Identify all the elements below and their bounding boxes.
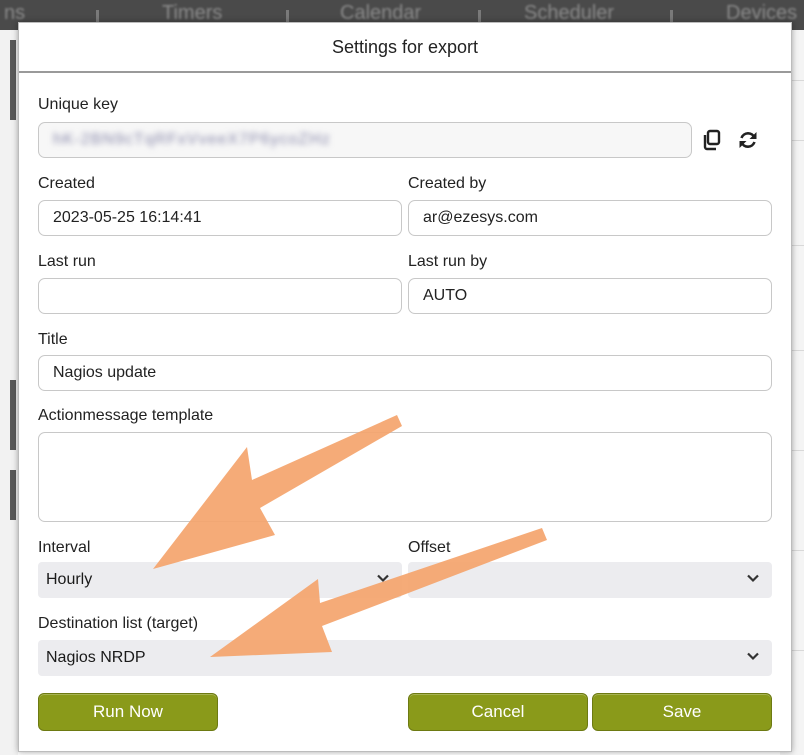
action-template-textarea[interactable] (38, 432, 772, 522)
title-field[interactable]: Nagios update (38, 355, 772, 391)
created-label: Created (38, 175, 95, 192)
interval-value: Hourly (46, 571, 93, 588)
created-field[interactable]: 2023-05-25 16:14:41 (38, 200, 402, 236)
title-label: Title (38, 331, 68, 348)
cancel-button[interactable]: Cancel (408, 693, 588, 731)
created-by-field[interactable]: ar@ezesys.com (408, 200, 772, 236)
offset-label: Offset (408, 539, 451, 556)
destination-label: Destination list (target) (38, 615, 199, 632)
run-now-button[interactable]: Run Now (38, 693, 218, 731)
unique-key-field[interactable]: hK-2BN9cTqRFxVveeX7P6ycoZHz (38, 122, 692, 158)
refresh-icon[interactable] (737, 129, 759, 151)
bg-scroll-bar (10, 470, 16, 520)
dialog-header: Settings for export (19, 23, 791, 73)
destination-value: Nagios NRDP (46, 649, 146, 666)
unique-key-value: hK-2BN9cTqRFxVveeX7P6ycoZHz (53, 131, 331, 148)
bg-scroll-bar (10, 40, 16, 120)
bg-scroll-bar (10, 380, 16, 450)
last-run-by-label: Last run by (408, 253, 488, 270)
background-left-panel (0, 30, 18, 755)
action-template-label: Actionmessage template (38, 407, 214, 424)
chevron-down-icon (377, 574, 389, 583)
chevron-down-icon (747, 652, 759, 661)
interval-select[interactable]: Hourly (38, 562, 402, 598)
offset-select[interactable] (408, 562, 772, 598)
chevron-down-icon (747, 574, 759, 583)
last-run-label: Last run (38, 253, 96, 270)
copy-icon[interactable] (701, 129, 723, 151)
created-by-label: Created by (408, 175, 487, 192)
destination-select[interactable]: Nagios NRDP (38, 640, 772, 676)
interval-label: Interval (38, 539, 91, 556)
dialog-title: Settings for export (331, 36, 479, 57)
save-button[interactable]: Save (592, 693, 772, 731)
last-run-field[interactable] (38, 278, 402, 314)
unique-key-label: Unique key (38, 96, 119, 113)
last-run-by-field[interactable]: AUTO (408, 278, 772, 314)
export-settings-dialog: Settings for export Unique key hK-2BN9cT… (18, 22, 792, 752)
